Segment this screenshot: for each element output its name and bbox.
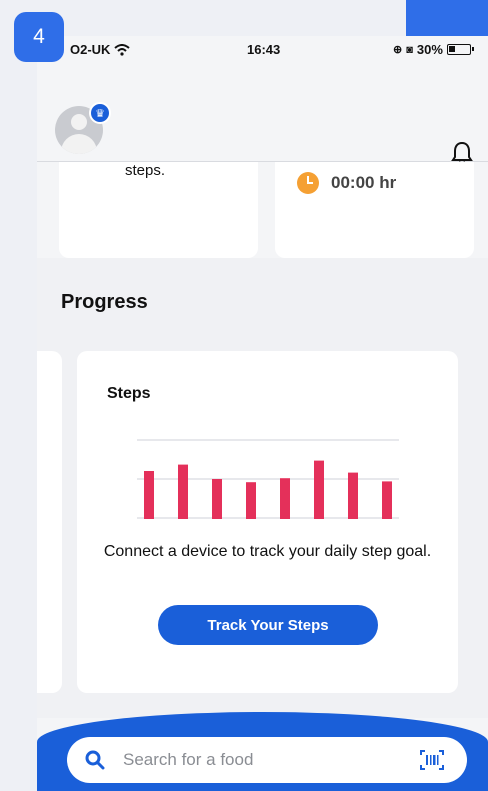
lock-rotation-icon: ⊕ bbox=[393, 44, 403, 56]
steps-summary-card[interactable]: steps. bbox=[59, 162, 258, 258]
avatar-body bbox=[61, 134, 97, 154]
status-bar: O2-UK 16:43 ⊕ ◙ 30% bbox=[37, 36, 488, 62]
status-time: 16:43 bbox=[247, 42, 281, 57]
chart-bar-4 bbox=[246, 482, 256, 519]
timer-value: 00:00 hr bbox=[331, 173, 397, 192]
corner-tab bbox=[406, 0, 488, 36]
chart-bar-3 bbox=[212, 479, 222, 519]
carrier-name: O2-UK bbox=[70, 42, 111, 57]
phone-screen: O2-UK 16:43 ⊕ ◙ 30% ♛ steps. 00:00 hr Pr… bbox=[37, 36, 488, 791]
food-search-input[interactable] bbox=[123, 748, 393, 772]
app-header: ♛ bbox=[37, 62, 488, 165]
clock-icon bbox=[297, 172, 319, 194]
chart-bar-6 bbox=[314, 460, 324, 519]
status-right-group: ⊕ ◙ 30% bbox=[393, 42, 474, 57]
steps-bar-chart bbox=[137, 439, 399, 519]
track-your-steps-button[interactable]: Track Your Steps bbox=[158, 605, 378, 645]
battery-icon bbox=[446, 44, 474, 55]
steps-summary-text: steps. bbox=[125, 162, 166, 179]
wifi-icon bbox=[114, 43, 131, 56]
frame-left-strip bbox=[0, 0, 37, 791]
barcode-scan-icon[interactable] bbox=[419, 749, 445, 771]
carrier-group: O2-UK bbox=[70, 42, 131, 57]
search-box[interactable] bbox=[67, 737, 467, 783]
steps-progress-card[interactable]: Steps Connect a device to track your dai… bbox=[77, 351, 458, 693]
chart-bar-8 bbox=[382, 481, 392, 519]
chart-bar-2 bbox=[178, 464, 188, 519]
previous-progress-card[interactable] bbox=[37, 351, 62, 693]
timer-row: 00:00 hr bbox=[297, 172, 396, 194]
avatar-head bbox=[71, 114, 87, 130]
steps-card-title: Steps bbox=[107, 385, 151, 402]
chart-bar-5 bbox=[280, 478, 290, 519]
alarm-icon: ◙ bbox=[406, 43, 413, 56]
crown-icon: ♛ bbox=[89, 102, 111, 124]
step-number-badge: 4 bbox=[14, 12, 64, 62]
timer-summary-card[interactable]: 00:00 hr bbox=[275, 162, 474, 258]
progress-title: Progress bbox=[61, 291, 148, 313]
battery-percent: 30% bbox=[416, 42, 443, 57]
chart-bar-7 bbox=[348, 472, 358, 519]
search-icon bbox=[85, 750, 105, 770]
chart-bar-1 bbox=[144, 471, 154, 519]
steps-card-description: Connect a device to track your daily ste… bbox=[103, 543, 432, 560]
